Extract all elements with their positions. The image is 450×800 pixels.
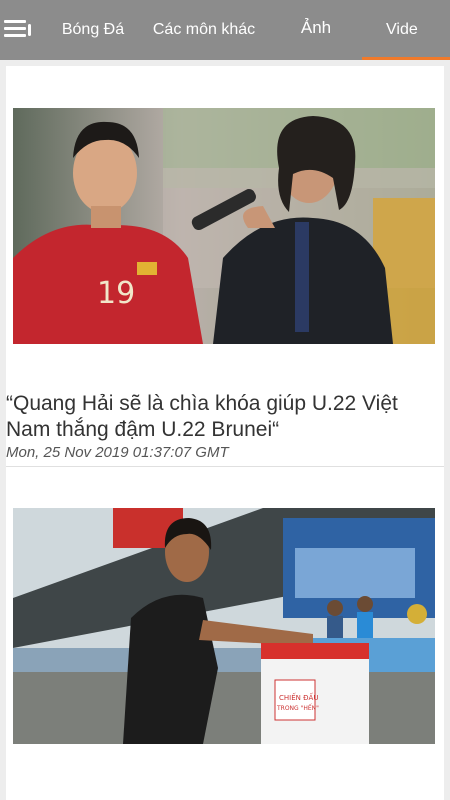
article-thumbnail[interactable]: 19 (13, 108, 435, 344)
svg-text:19: 19 (97, 276, 135, 311)
tab-cac-mon-khac[interactable]: Các môn khác (148, 0, 260, 60)
active-tab-indicator (362, 57, 450, 60)
article-headline[interactable]: “Quang Hải sẽ là chìa khóa giúp U.22 Việ… (6, 391, 438, 443)
tab-label: Vide (386, 21, 418, 38)
donation-box-sign: CHIẾN ĐẤU (279, 692, 318, 702)
tab-label: Các môn khác (152, 21, 256, 38)
tab-label: Bóng Đá (61, 21, 125, 38)
article-divider (6, 466, 444, 467)
top-navigation-bar: Bóng Đá Các môn khác Ảnh Vide (0, 0, 450, 60)
tab-label: Ảnh (300, 18, 332, 37)
donation-box-sign-2: TRONG "HẾN" (276, 704, 319, 712)
hamburger-menu-icon[interactable] (0, 14, 34, 48)
article-photo: 19 (13, 108, 435, 344)
tab-video[interactable]: Vide (386, 0, 450, 60)
tab-anh[interactable]: Ảnh (296, 0, 336, 60)
article-photo: CHIẾN ĐẤU TRONG "HẾN" (13, 508, 435, 744)
article-timestamp: Mon, 25 Nov 2019 01:37:07 GMT (6, 444, 229, 461)
tab-bong-da[interactable]: Bóng Đá (58, 0, 128, 60)
article-thumbnail[interactable]: CHIẾN ĐẤU TRONG "HẾN" (13, 508, 435, 744)
